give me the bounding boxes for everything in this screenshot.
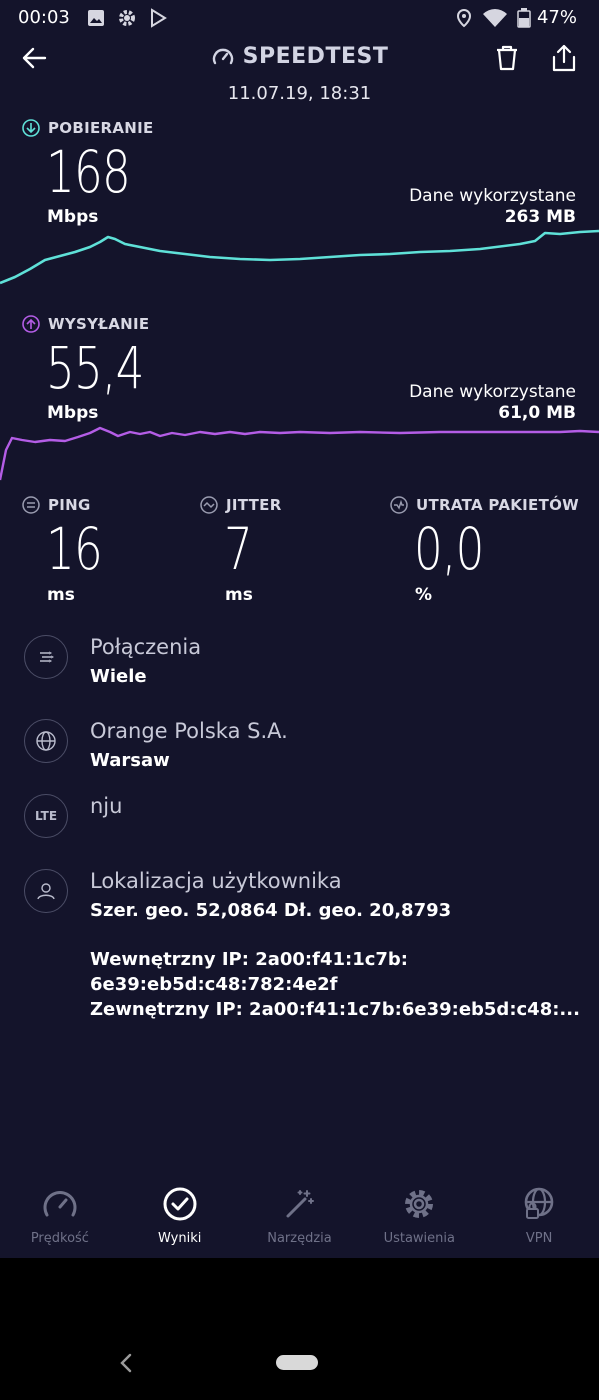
gear-icon [119, 10, 135, 26]
system-navigation-bar [0, 1258, 599, 1400]
download-graph [0, 229, 599, 285]
nav-results[interactable]: Wyniki [120, 1185, 240, 1246]
system-back-icon[interactable] [116, 1352, 136, 1374]
packet-loss-icon [390, 496, 408, 514]
nav-vpn[interactable]: VPN [479, 1185, 599, 1246]
status-time: 00:03 [18, 7, 70, 28]
jitter-header: JITTER [200, 496, 282, 514]
network-title: nju [90, 794, 123, 818]
download-arrow-icon [22, 119, 40, 137]
upload-label: WYSYŁANIE [48, 315, 150, 333]
checkmark-circle-icon [163, 1187, 197, 1221]
nav-tools-label: Narzędzia [267, 1231, 332, 1246]
upload-graph [0, 426, 599, 481]
battery-percent: 47% [536, 7, 577, 28]
nav-settings[interactable]: Ustawienia [359, 1185, 479, 1246]
test-date: 11.07.19, 18:31 [227, 83, 372, 104]
magic-wand-icon [286, 1190, 315, 1218]
jitter-icon [200, 496, 218, 514]
speedometer-icon [212, 48, 233, 64]
connections-subtitle: Wiele [90, 666, 147, 687]
play-store-icon [151, 8, 167, 28]
ping-unit: ms [47, 585, 75, 605]
user-icon [24, 869, 68, 913]
globe-icon [24, 719, 68, 763]
wifi-icon [483, 9, 507, 27]
packet-loss-value: 0,0 [414, 515, 484, 583]
location-title: Lokalizacja użytkownika [90, 869, 342, 893]
trash-icon[interactable] [494, 44, 520, 72]
battery-icon [517, 8, 531, 28]
ping-value: 16 [46, 515, 103, 583]
provider-subtitle: Warsaw [90, 750, 170, 771]
provider-title: Orange Polska S.A. [90, 719, 288, 743]
jitter-label: JITTER [226, 496, 282, 514]
ping-icon [22, 496, 40, 514]
system-home-pill[interactable] [276, 1355, 318, 1370]
jitter-value: 7 [224, 515, 253, 583]
download-value: 168 [46, 138, 131, 206]
download-data-value: 263 MB [504, 207, 576, 227]
external-ip: Zewnętrzny IP: 2a00:f41:1c7b:6e39:eb5d:c… [90, 999, 580, 1020]
nav-settings-label: Ustawienia [383, 1231, 455, 1246]
internal-ip-line2: 6e39:eb5d:c48:782:4e2f [90, 974, 338, 995]
download-label: POBIERANIE [48, 119, 154, 137]
nav-results-label: Wyniki [158, 1231, 202, 1246]
upload-data-label: Dane wykorzystane [409, 382, 576, 402]
download-header: POBIERANIE [22, 119, 154, 137]
gear-icon [405, 1190, 434, 1218]
globe-lock-icon [524, 1187, 554, 1219]
speedometer-icon [43, 1191, 77, 1217]
packet-loss-label: UTRATA PAKIETÓW [416, 496, 580, 514]
nav-tools[interactable]: Narzędzia [240, 1185, 360, 1246]
download-unit: Mbps [47, 207, 99, 227]
upload-value: 55,4 [46, 334, 144, 402]
location-icon [456, 8, 472, 28]
jitter-unit: ms [225, 585, 253, 605]
ping-label: PING [48, 496, 91, 514]
location-coords: Szer. geo. 52,0864 Dł. geo. 20,8793 [90, 900, 452, 921]
bottom-nav: Prędkość Wyniki Narzędzia Ustawienia VPN [0, 1185, 599, 1246]
nav-speed-label: Prędkość [30, 1231, 89, 1246]
ping-header: PING [22, 496, 91, 514]
share-icon[interactable] [550, 43, 578, 73]
packet-loss-unit: % [415, 585, 433, 605]
lte-badge-icon: LTE [24, 794, 68, 838]
status-bar: 00:03 47% [0, 0, 599, 36]
upload-header: WYSYŁANIE [22, 315, 149, 333]
download-data-label: Dane wykorzystane [409, 186, 576, 206]
connections-icon [24, 635, 68, 679]
nav-speed[interactable]: Prędkość [0, 1185, 120, 1246]
nav-vpn-label: VPN [525, 1231, 553, 1246]
internal-ip-line1: Wewnętrzny IP: 2a00:f41:1c7b: [90, 949, 408, 970]
image-icon [88, 10, 104, 26]
upload-arrow-icon [22, 315, 40, 333]
packet-loss-header: UTRATA PAKIETÓW [390, 496, 579, 514]
title-text: SPEEDTEST [242, 44, 389, 69]
connections-title: Połączenia [90, 635, 202, 659]
